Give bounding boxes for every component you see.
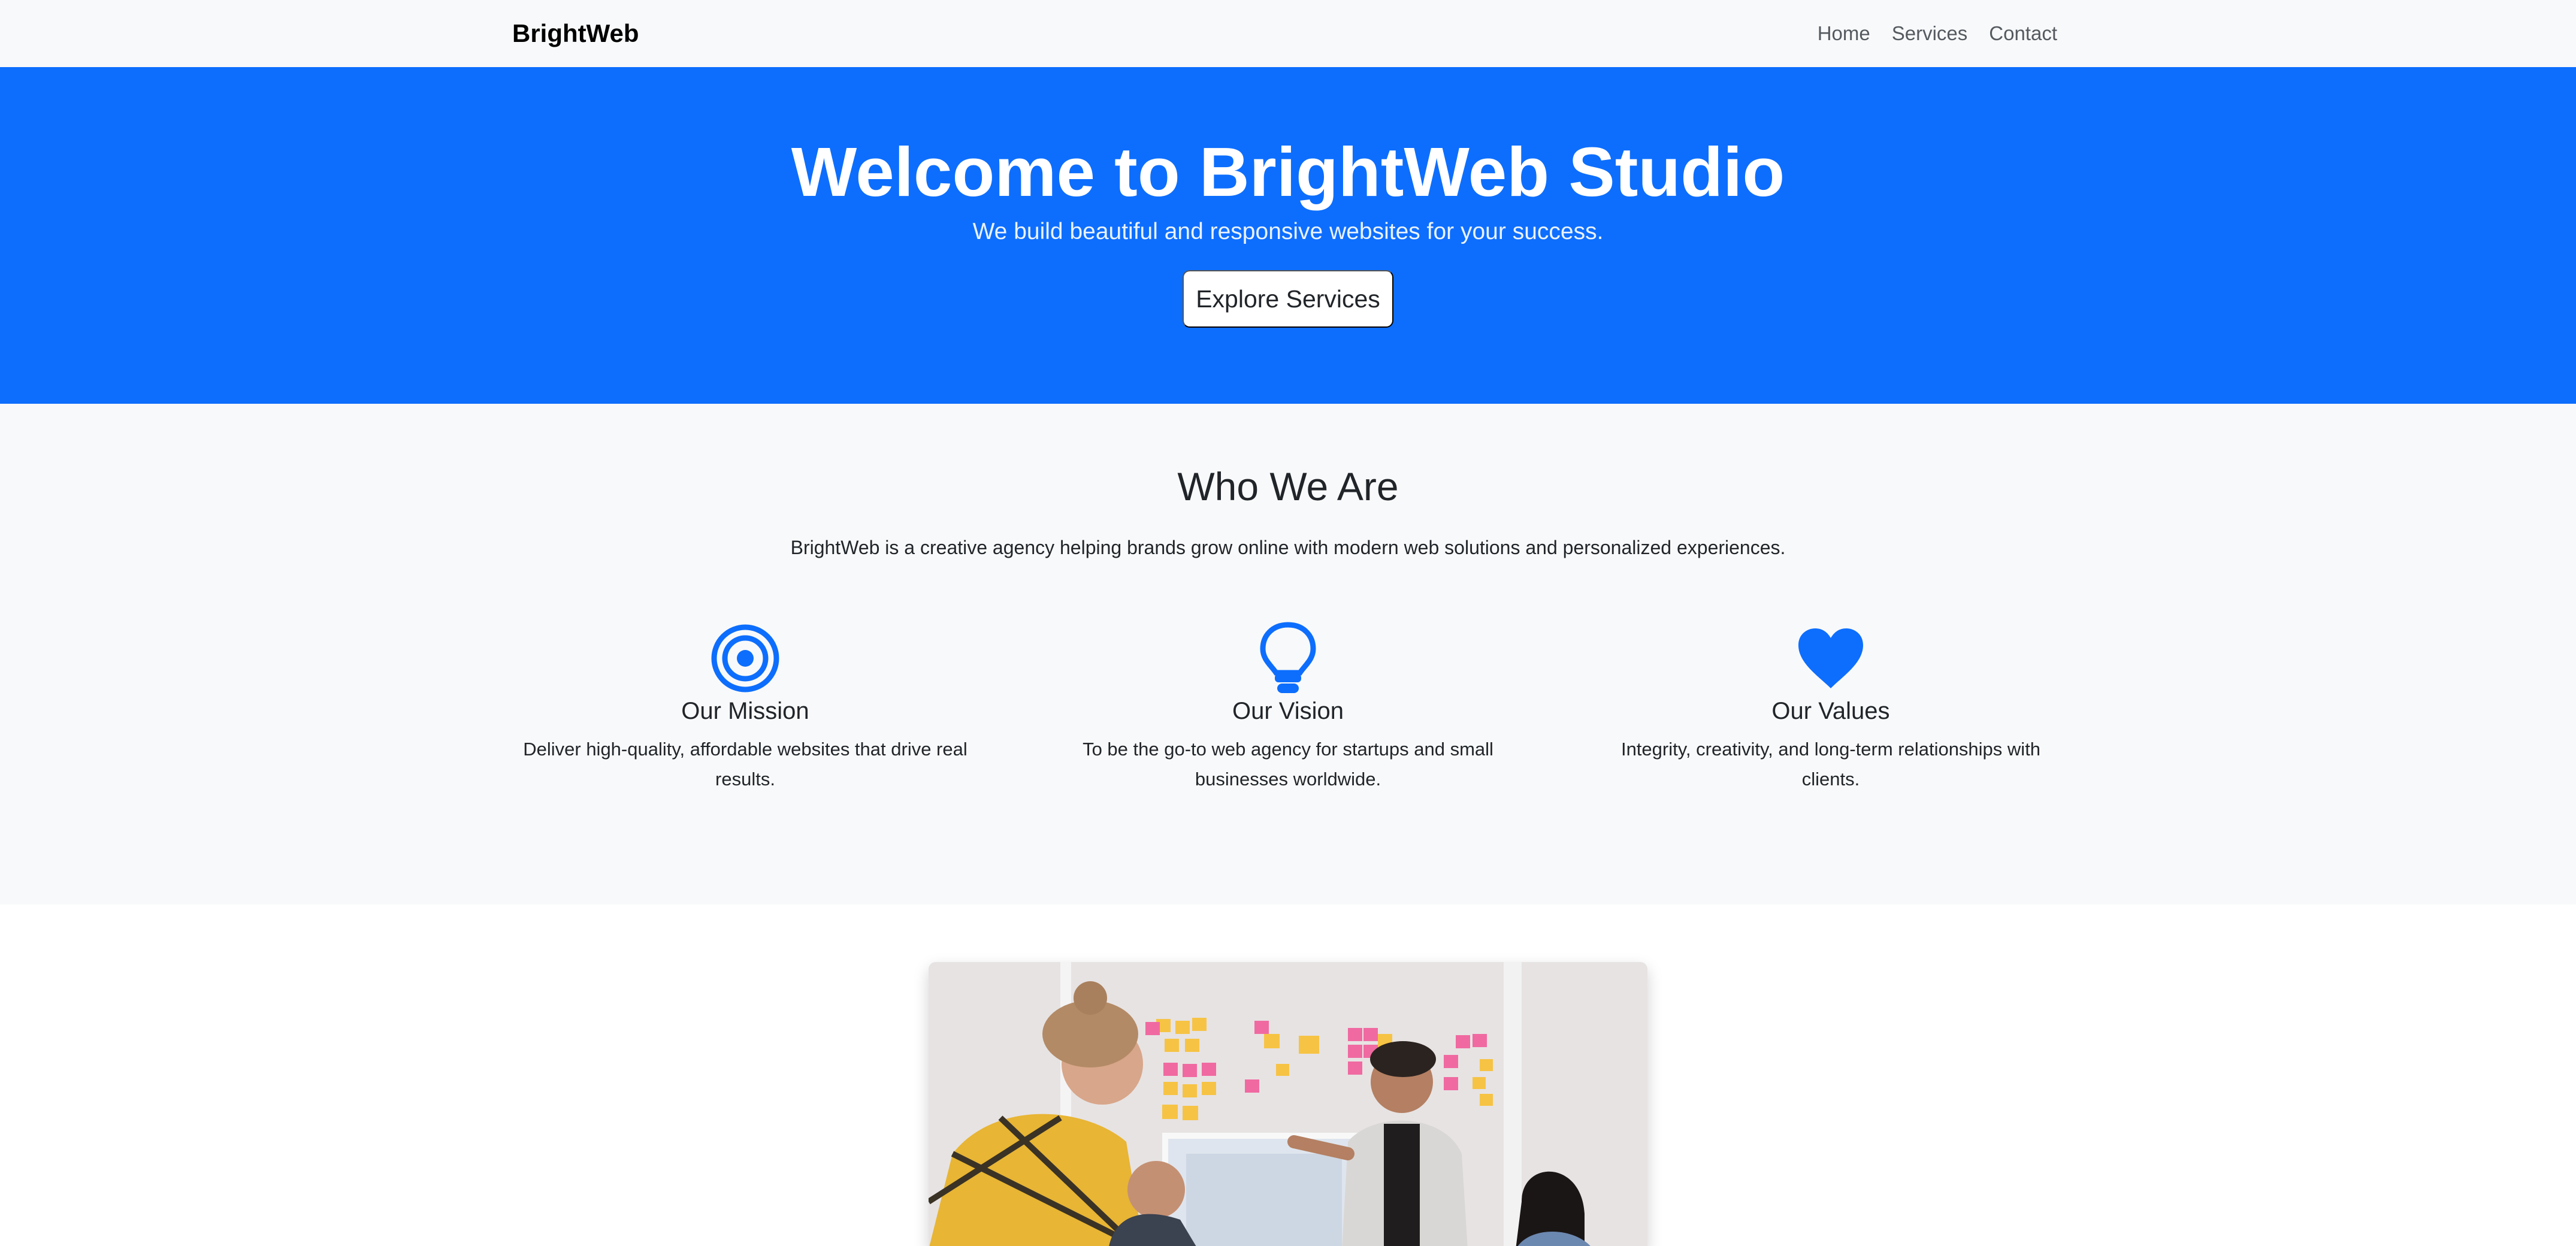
feature-card-values: Our Values Integrity, creativity, and lo… xyxy=(1583,622,2079,794)
feature-card-mission: Our Mission Deliver high-quality, afford… xyxy=(497,622,993,794)
features-grid: Our Mission Deliver high-quality, afford… xyxy=(497,622,2079,794)
lightbulb-icon xyxy=(1252,622,1324,694)
who-we-are-section: Who We Are BrightWeb is a creative agenc… xyxy=(0,404,2576,905)
hero-subtitle: We build beautiful and responsive websit… xyxy=(972,219,1604,245)
team-meeting-photo xyxy=(929,962,1647,1246)
nav-links: Home Services Contact xyxy=(1818,22,2057,45)
hero-title: Welcome to BrightWeb Studio xyxy=(791,133,1785,211)
bullseye-icon xyxy=(709,622,781,694)
feature-title: Our Values xyxy=(1771,698,1890,724)
feature-description: Deliver high-quality, affordable website… xyxy=(523,739,967,790)
nav-link-home[interactable]: Home xyxy=(1818,22,1870,45)
feature-title: Our Vision xyxy=(1232,698,1344,724)
nav-link-services[interactable]: Services xyxy=(1892,22,1968,45)
navbar: BrightWeb Home Services Contact xyxy=(0,0,2576,67)
explore-services-button[interactable]: Explore Services xyxy=(1183,270,1393,328)
feature-title: Our Mission xyxy=(681,698,809,724)
section-title: Who We Are xyxy=(1177,464,1399,509)
hero-section: Welcome to BrightWeb Studio We build bea… xyxy=(0,67,2576,404)
section-description: BrightWeb is a creative agency helping b… xyxy=(790,537,1786,558)
feature-card-vision: Our Vision To be the go-to web agency fo… xyxy=(1040,622,1536,794)
image-section xyxy=(0,905,2576,1246)
brand-logo[interactable]: BrightWeb xyxy=(512,19,639,48)
heart-icon xyxy=(1795,622,1867,694)
feature-description: To be the go-to web agency for startups … xyxy=(1083,739,1493,790)
feature-description: Integrity, creativity, and long-term rel… xyxy=(1620,739,2041,790)
nav-link-contact[interactable]: Contact xyxy=(1989,22,2057,45)
